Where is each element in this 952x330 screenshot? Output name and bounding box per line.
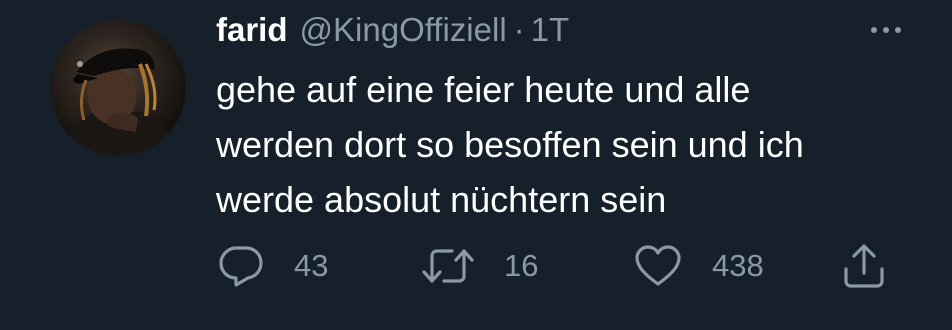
like-count: 438 xyxy=(712,248,764,283)
tweet-text-line: werden dort so besoffen sein und ich xyxy=(216,124,804,165)
tweet-timestamp[interactable]: 1T xyxy=(531,11,570,49)
header-separator: · xyxy=(513,11,525,48)
tweet-text: gehe auf eine feier heute und alle werde… xyxy=(216,62,936,227)
share-button[interactable] xyxy=(842,236,886,296)
retweet-count: 16 xyxy=(504,248,539,283)
reply-count: 43 xyxy=(294,248,329,283)
retweet-button[interactable]: 16 xyxy=(422,236,538,296)
tweet-text-line: gehe auf eine feier heute und alle xyxy=(216,69,751,110)
avatar[interactable] xyxy=(50,20,186,156)
avatar-photo xyxy=(60,48,178,156)
tweet-card[interactable]: farid @KingOffiziell · 1T gehe auf eine … xyxy=(0,0,952,330)
more-options-button[interactable] xyxy=(858,16,914,44)
reply-icon xyxy=(219,246,263,287)
retweet-icon xyxy=(422,249,474,283)
heart-icon xyxy=(635,245,681,286)
reply-button[interactable]: 43 xyxy=(218,236,328,296)
tweet-text-line: werde absolut nüchtern sein xyxy=(216,179,667,220)
tweet-actions: 43 16 438 xyxy=(216,236,916,296)
more-options-icon xyxy=(883,27,889,33)
author-handle[interactable]: @KingOffiziell xyxy=(300,11,507,49)
share-icon xyxy=(844,244,884,288)
tweet-header: farid @KingOffiziell · 1T xyxy=(216,8,569,52)
more-options-icon xyxy=(895,27,901,33)
more-options-icon xyxy=(871,27,877,33)
like-button[interactable]: 438 xyxy=(634,236,764,296)
author-display-name[interactable]: farid xyxy=(216,11,288,49)
